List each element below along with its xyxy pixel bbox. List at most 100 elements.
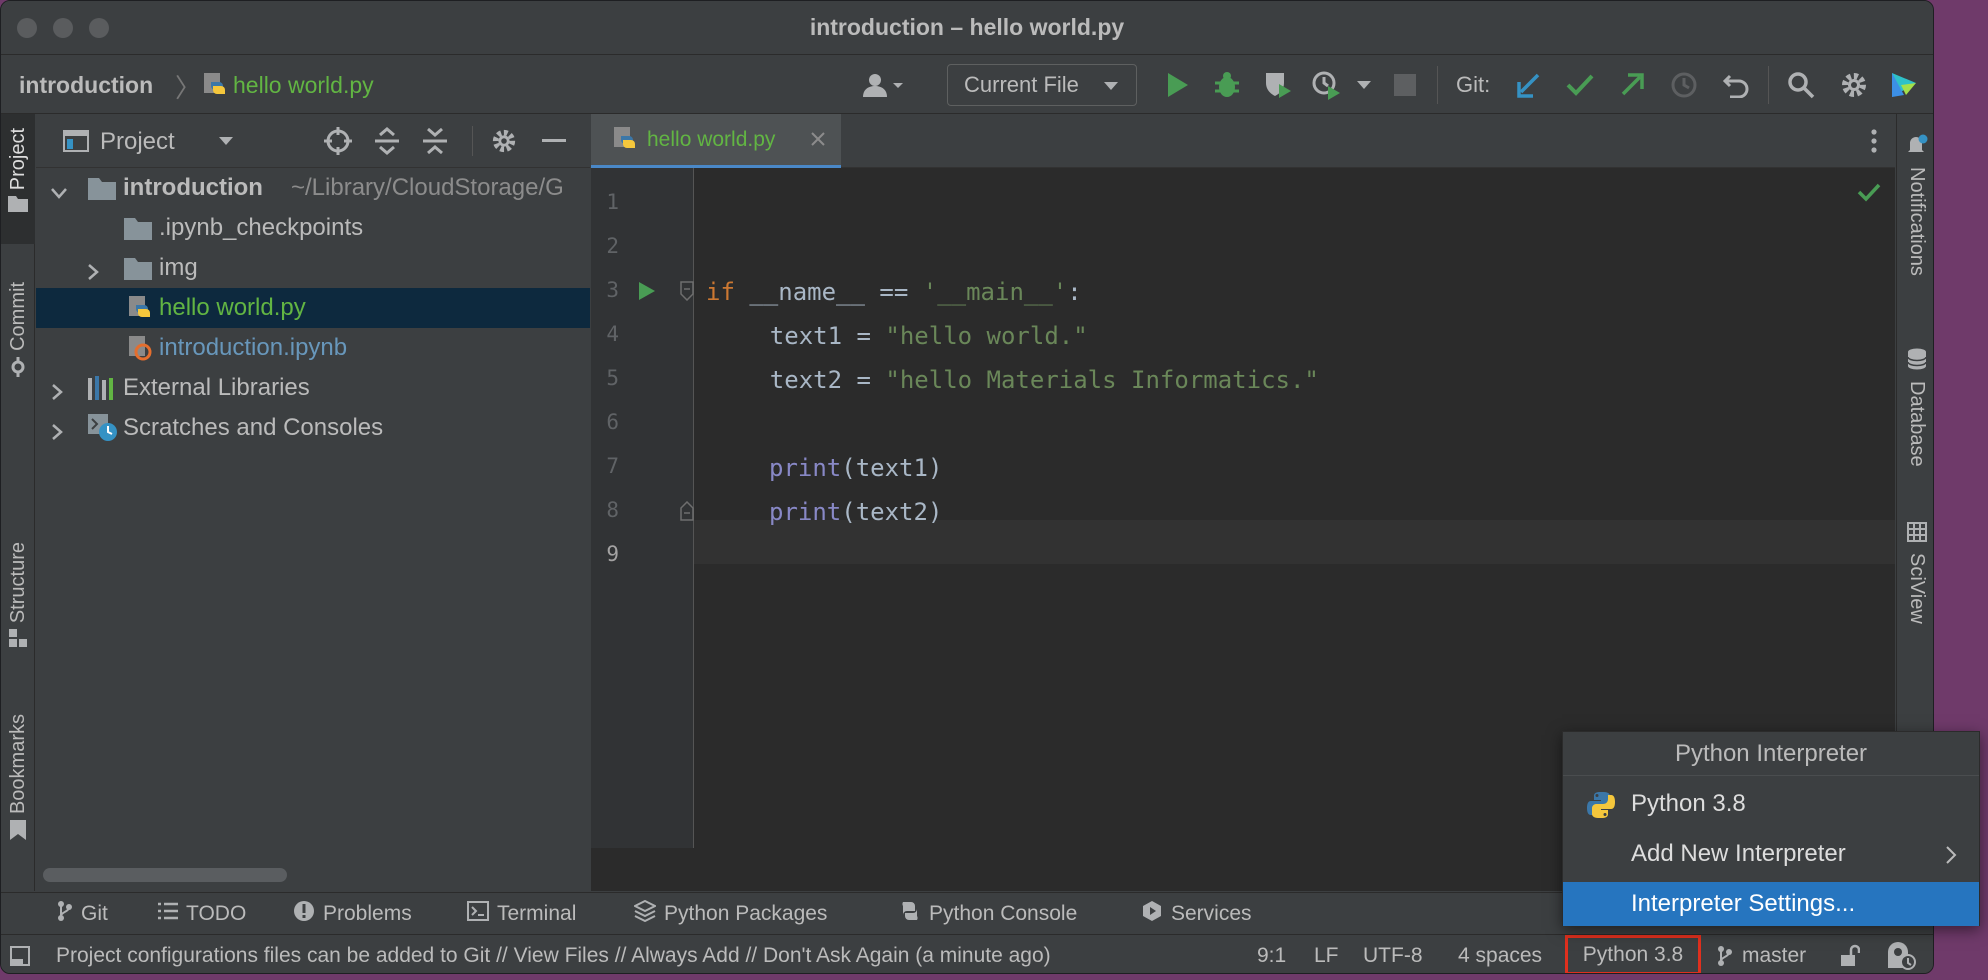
tree-item-introduction[interactable]: introduction ~/Library/CloudStorage/G (36, 168, 590, 208)
view-selector-chevron-icon[interactable] (213, 128, 239, 154)
horizontal-scrollbar[interactable] (43, 868, 287, 882)
tree-item-introduction-ipynb[interactable]: introduction.ipynb (36, 328, 590, 368)
breadcrumb-file[interactable]: hello world.py (233, 72, 374, 99)
settings-gear-icon[interactable] (1837, 68, 1871, 102)
fold-marker-icon[interactable] (679, 280, 695, 302)
chevron-right-icon (1945, 844, 1957, 872)
profile-icon[interactable] (1309, 68, 1343, 102)
git-push-icon[interactable] (1615, 68, 1649, 102)
toggle-tool-windows-icon[interactable] (9, 945, 31, 967)
line-number: 6 (606, 410, 619, 434)
window-title: introduction – hello world.py (809, 14, 1125, 40)
more-run-options-chevron-icon[interactable] (1351, 68, 1377, 102)
run-configuration-selector[interactable]: Current File (947, 64, 1137, 106)
header-divider (472, 126, 473, 156)
popup-item-add-new-interpreter[interactable]: Add New Interpreter (1563, 832, 1979, 876)
chevron-right-icon[interactable] (50, 420, 64, 448)
git-branch-icon (1713, 944, 1737, 968)
chevron-down-icon[interactable] (50, 180, 68, 208)
sciview-tool-tab[interactable]: SciView (1897, 522, 1933, 642)
options-gear-icon[interactable] (489, 126, 519, 156)
close-tab-icon[interactable] (809, 130, 827, 153)
file-encoding[interactable]: UTF-8 (1363, 935, 1423, 973)
run-gutter-icon[interactable] (635, 278, 659, 304)
close-window-button[interactable] (17, 18, 37, 38)
tool-window-services[interactable]: Services (1141, 893, 1252, 935)
tool-window-python-console[interactable]: Python Console (899, 893, 1077, 935)
line-separator[interactable]: LF (1314, 935, 1339, 973)
tree-item-external-libraries[interactable]: External Libraries (36, 368, 590, 408)
current-line-highlight (591, 520, 1895, 564)
tree-item-label: introduction (123, 174, 263, 201)
unlock-icon[interactable] (1837, 943, 1863, 969)
notifications-tool-tab[interactable]: Notifications (1897, 134, 1933, 324)
project-panel-title[interactable]: Project (100, 128, 175, 156)
debug-icon[interactable] (1210, 68, 1244, 102)
tool-window-label: Python Packages (664, 902, 828, 925)
project-tool-tab[interactable]: Project (1, 114, 35, 244)
tool-window-git[interactable]: Git (57, 893, 108, 935)
code-with-me-icon[interactable] (1887, 68, 1921, 102)
editor-tab-hello-world-py[interactable]: hello world.py (591, 114, 841, 168)
tree-item-label: External Libraries (123, 374, 310, 401)
hide-panel-icon[interactable] (539, 126, 569, 156)
left-tool-strip: Project Commit Structure Bookmarks (1, 114, 35, 891)
breadcrumb-project[interactable]: introduction (19, 72, 153, 99)
tree-item-img[interactable]: img (36, 248, 590, 288)
tool-window-todo[interactable]: TODO (158, 893, 246, 935)
line-number: 8 (606, 498, 619, 522)
structure-tool-tab[interactable]: Structure (1, 534, 35, 664)
tool-window-python-packages[interactable]: Python Packages (632, 893, 828, 935)
chevron-right-icon[interactable] (50, 380, 64, 408)
more-options-vertical-icon[interactable] (1859, 126, 1889, 156)
zoom-window-button[interactable] (89, 18, 109, 38)
code-line-5[interactable]: text2 = "hello Materials Informatics." (712, 366, 1319, 394)
expand-all-icon[interactable] (372, 126, 402, 156)
search-icon[interactable] (1784, 68, 1818, 102)
tree-item-ipynb-checkpoints[interactable]: .ipynb_checkpoints (36, 208, 590, 248)
popup-item-interpreter-settings[interactable]: Interpreter Settings... (1563, 882, 1979, 926)
terminal-icon (467, 901, 489, 927)
database-tool-tab[interactable]: Database (1897, 348, 1933, 498)
tool-window-problems[interactable]: Problems (293, 893, 412, 935)
code-line-7[interactable]: print(text1) (769, 454, 942, 482)
tree-item-scratches-and-consoles[interactable]: Scratches and Consoles (36, 408, 590, 448)
commit-tool-tab[interactable]: Commit (1, 274, 35, 404)
line-number: 2 (606, 234, 619, 258)
git-update-project-icon[interactable] (1512, 68, 1546, 102)
inspections-icon[interactable] (1885, 941, 1917, 971)
popup-title: Python Interpreter (1563, 732, 1979, 776)
caret-position[interactable]: 9:1 (1257, 935, 1286, 973)
popup-item-python-3-8[interactable]: Python 3.8 (1563, 782, 1979, 826)
minimize-window-button[interactable] (53, 18, 73, 38)
tree-item-hello-world-py[interactable]: hello world.py (36, 288, 590, 328)
code-line-8[interactable]: print(text2) (769, 498, 942, 526)
git-branch[interactable]: master (1742, 935, 1806, 973)
collapse-all-icon[interactable] (420, 126, 450, 156)
folder-icon (124, 218, 152, 247)
git-commit-icon[interactable] (1563, 68, 1597, 102)
code-line-4[interactable]: text1 = "hello world." (712, 322, 1088, 350)
run-icon[interactable] (1161, 68, 1195, 102)
indent-setting[interactable]: 4 spaces (1458, 935, 1542, 973)
run-with-coverage-icon[interactable] (1261, 68, 1295, 102)
line-number: 3 (606, 278, 619, 302)
bookmarks-tool-tab[interactable]: Bookmarks (1, 714, 35, 889)
line-number: 7 (606, 454, 619, 478)
stop-icon[interactable] (1388, 68, 1422, 102)
rollback-icon[interactable] (1719, 68, 1753, 102)
git-history-icon[interactable] (1667, 68, 1701, 102)
user-account-icon[interactable] (857, 68, 911, 102)
locate-file-icon[interactable] (323, 126, 353, 156)
problems-icon (293, 900, 315, 928)
tool-window-label: Git (81, 902, 108, 925)
chevron-right-icon[interactable] (86, 260, 100, 288)
code-line-3[interactable]: if __name__ == '__main__': (706, 278, 1082, 306)
python-interpreter-widget[interactable]: Python 3.8 (1565, 935, 1701, 973)
fold-marker-icon[interactable] (679, 500, 695, 522)
git-label: Git: (1456, 72, 1491, 97)
tool-window-terminal[interactable]: Terminal (467, 893, 576, 935)
no-problems-check-icon[interactable] (1855, 178, 1883, 206)
status-message[interactable]: Project configurations files can be adde… (56, 935, 1051, 973)
tool-window-label: Python Console (929, 902, 1078, 925)
